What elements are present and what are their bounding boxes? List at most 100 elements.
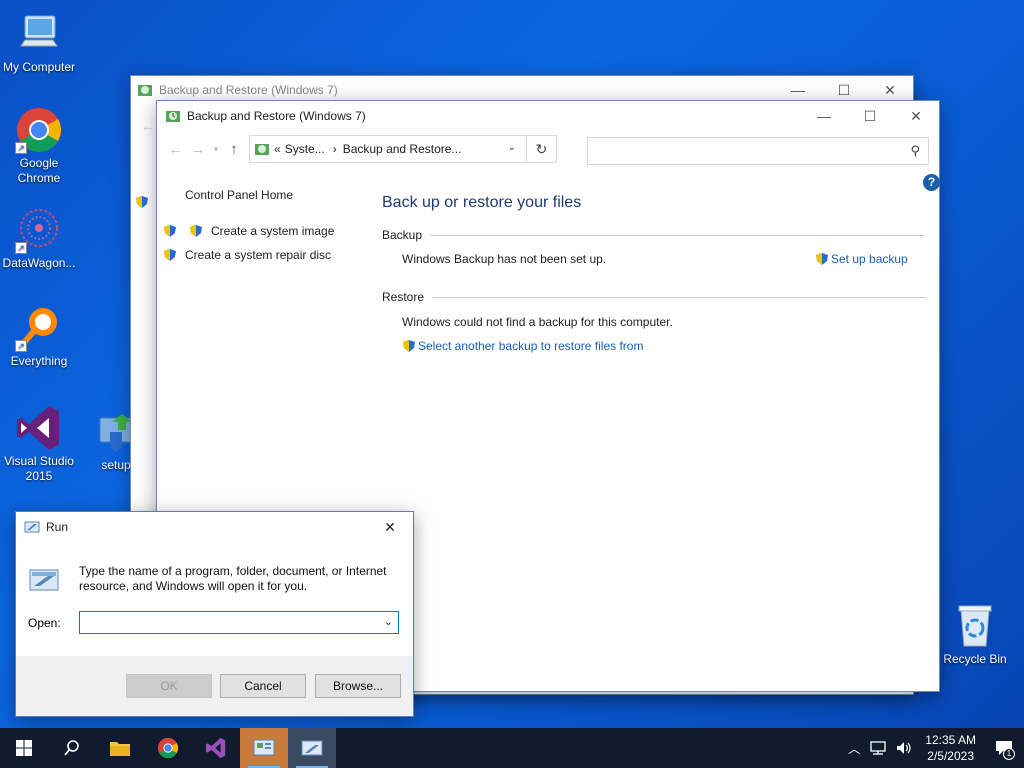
- clock[interactable]: 12:35 AM 2/5/2023: [917, 732, 984, 764]
- close-button[interactable]: ✕: [893, 101, 939, 131]
- caption-buttons: ✕: [367, 512, 413, 542]
- clock-time: 12:35 AM: [925, 733, 976, 747]
- cancel-button[interactable]: Cancel: [220, 674, 306, 698]
- network-icon[interactable]: [869, 740, 887, 756]
- control-panel-icon: [255, 144, 269, 155]
- chrome-icon: [157, 737, 179, 759]
- start-button[interactable]: [0, 728, 48, 768]
- magnifier-icon: ↗: [15, 304, 63, 352]
- caption-buttons: — ☐ ✕: [801, 101, 939, 131]
- taskbar-file-explorer[interactable]: [96, 728, 144, 768]
- restore-section-header: Restore: [382, 290, 927, 304]
- address-dropdown-icon[interactable]: ⌄: [508, 142, 516, 153]
- desktop-icon-datawagon[interactable]: ↗ DataWagon...: [1, 206, 77, 271]
- forward-button[interactable]: →: [187, 141, 209, 158]
- taskbar-run[interactable]: [288, 728, 336, 768]
- breadcrumb-separator[interactable]: ›: [333, 142, 337, 156]
- link-label: Control Panel Home: [185, 188, 294, 202]
- run-icon: [24, 521, 40, 533]
- titlebar[interactable]: Run ✕: [16, 512, 413, 542]
- taskbar-chrome[interactable]: [144, 728, 192, 768]
- desktop-icon-recycle-bin[interactable]: Recycle Bin: [937, 602, 1013, 667]
- desktop-icon-visual-studio[interactable]: Visual Studio 2015: [1, 404, 77, 484]
- open-input[interactable]: [84, 612, 374, 632]
- minimize-button[interactable]: —: [801, 101, 847, 131]
- breadcrumb-overflow[interactable]: «: [274, 142, 281, 156]
- chevron-down-icon[interactable]: ⌄: [384, 615, 393, 628]
- desktop-icon-label: DataWagon...: [2, 256, 76, 270]
- chrome-icon: ↗: [15, 106, 63, 154]
- create-system-image-link[interactable]: Create a system image: [163, 224, 334, 238]
- notification-badge: 1: [1003, 748, 1015, 760]
- clock-date: 2/5/2023: [927, 749, 974, 763]
- link-label: Set up backup: [831, 252, 908, 266]
- navigation-bar: ← → ▾ ↑ « Syste... › Backup and Restore.…: [157, 131, 939, 167]
- run-icon: [301, 740, 323, 756]
- folder-icon: [110, 742, 130, 756]
- system-tray: ︿ 12:35 AM 2/5/2023 1: [843, 728, 1024, 768]
- desktop-icon-label: Visual Studio 2015: [4, 454, 74, 483]
- restore-status-text: Windows could not find a backup for this…: [402, 315, 673, 329]
- dialog-title: Run: [46, 520, 69, 534]
- uac-shield-icon: [403, 340, 415, 352]
- uac-shield-icon: [164, 249, 176, 261]
- desktop-icon-google-chrome[interactable]: ↗ Google Chrome: [1, 106, 77, 186]
- set-up-backup-link[interactable]: Set up backup: [815, 252, 908, 266]
- search-button[interactable]: [48, 728, 96, 768]
- shortcut-arrow-icon: ↗: [15, 142, 27, 154]
- run-description: Type the name of a program, folder, docu…: [79, 564, 387, 593]
- uac-shield-icon: [816, 253, 828, 265]
- maximize-button[interactable]: ☐: [847, 101, 893, 131]
- titlebar[interactable]: Backup and Restore (Windows 7) — ☐ ✕: [157, 101, 939, 131]
- back-button[interactable]: ←: [165, 141, 187, 158]
- address-bar[interactable]: « Syste... › Backup and Restore... ⌄: [249, 135, 527, 163]
- show-hidden-icons-button[interactable]: ︿: [843, 740, 865, 757]
- shortcut-arrow-icon: ↗: [15, 242, 27, 254]
- backup-status-text: Windows Backup has not been set up.: [402, 252, 607, 266]
- help-icon[interactable]: ?: [923, 174, 940, 191]
- create-repair-disc-link[interactable]: Create a system repair disc: [164, 248, 332, 262]
- up-button[interactable]: ↑: [223, 141, 245, 158]
- taskbar: ︿ 12:35 AM 2/5/2023 1: [0, 728, 1024, 768]
- taskbar-control-panel[interactable]: [240, 728, 288, 768]
- breadcrumb-system[interactable]: Syste...: [285, 142, 325, 156]
- refresh-button[interactable]: ↻: [527, 135, 557, 163]
- volume-icon[interactable]: [895, 740, 913, 756]
- recent-locations-button[interactable]: ▾: [209, 144, 223, 155]
- windows-logo-icon: [16, 740, 32, 756]
- page-title: Back up or restore your files: [382, 194, 582, 211]
- run-dialog[interactable]: Run ✕ Type the name of a program, folder…: [15, 511, 414, 717]
- desktop-icon-my-computer[interactable]: My Computer: [1, 10, 77, 75]
- control-panel-icon: [253, 739, 275, 756]
- select-another-backup-link[interactable]: Select another backup to restore files f…: [402, 339, 643, 353]
- open-label: Open:: [28, 616, 61, 630]
- link-label: Create a system image: [211, 224, 335, 238]
- datawagon-icon: ↗: [15, 206, 63, 254]
- window-title: Backup and Restore (Windows 7): [187, 109, 366, 123]
- ok-button[interactable]: OK: [126, 674, 212, 698]
- desktop-icon-label: Recycle Bin: [943, 652, 1007, 666]
- section-label: Restore: [382, 290, 425, 304]
- search-icon: ⚲: [910, 143, 920, 158]
- search-icon: [64, 740, 79, 756]
- action-center-button[interactable]: 1: [984, 728, 1024, 768]
- close-button[interactable]: ✕: [367, 512, 413, 542]
- browse-button[interactable]: Browse...: [315, 674, 401, 698]
- window-title: Backup and Restore (Windows 7): [159, 83, 338, 97]
- visual-studio-icon: [15, 404, 63, 452]
- recycle-bin-icon: [951, 602, 999, 650]
- search-input[interactable]: ⚲: [587, 137, 929, 165]
- sidebar-shield-strip: [135, 195, 157, 212]
- taskbar-visual-studio[interactable]: [192, 728, 240, 768]
- open-combobox[interactable]: ⌄: [79, 611, 399, 634]
- control-panel-home-link[interactable]: Control Panel Home: [185, 188, 293, 202]
- desktop-icon-everything[interactable]: ↗ Everything: [1, 304, 77, 369]
- backup-restore-icon: [166, 111, 180, 122]
- divider: [430, 234, 925, 236]
- divider: [432, 296, 927, 298]
- link-label: Create a system repair disc: [185, 248, 332, 262]
- uac-shield-icon: [136, 196, 148, 208]
- breadcrumb-backup-restore[interactable]: Backup and Restore...: [343, 142, 462, 156]
- uac-shield-icon: [190, 225, 202, 237]
- desktop-icon-label: My Computer: [2, 60, 76, 74]
